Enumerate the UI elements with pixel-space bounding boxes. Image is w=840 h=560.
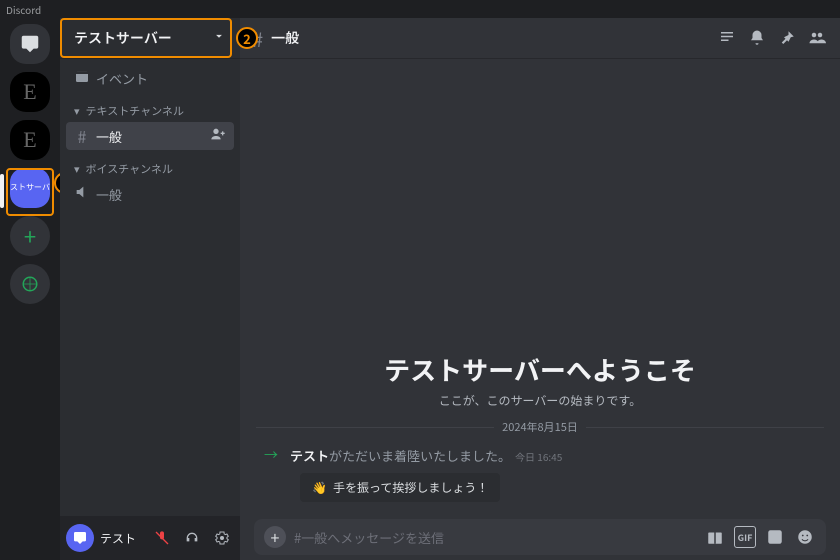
username: テスト [100, 530, 144, 547]
hash-icon: # [252, 24, 263, 53]
sticker-button[interactable] [764, 526, 786, 548]
guild-icon-selected[interactable]: ストサーバ [10, 168, 50, 208]
explore-servers-button[interactable] [10, 264, 50, 304]
calendar-icon [74, 68, 90, 88]
server-name: テストサーバー [74, 28, 172, 48]
attach-button[interactable]: + [264, 526, 286, 548]
titlebar: Discord [0, 0, 840, 18]
chat-area: # 一般 テストサーバーへようこそ ここが、こ [240, 18, 840, 560]
channel-label: 一般 [96, 185, 226, 204]
category-text-channels[interactable]: ▾ テキストチャンネル [66, 100, 234, 122]
composer-box: + GIF [254, 519, 826, 555]
channel-label: 一般 [96, 127, 204, 146]
sidebar-item-label: イベント [96, 69, 226, 88]
server-header[interactable]: テストサーバー [60, 18, 240, 58]
wave-label: 手を振って挨拶しましょう！ [333, 479, 488, 496]
wave-cta: 👋 手を振って挨拶しましょう！ [300, 473, 824, 502]
system-message-join: → テストがただいま着陸いたしました。今日 16:45 [256, 441, 824, 467]
add-server-button[interactable]: + [10, 216, 50, 256]
chevron-down-icon: ▾ [74, 103, 80, 119]
user-panel: テスト [60, 516, 240, 560]
guild-selection-pill [0, 174, 4, 208]
pinned-button[interactable] [776, 27, 798, 49]
category-label: ボイスチャンネル [86, 161, 226, 177]
system-message-text: テストがただいま着陸いたしました。今日 16:45 [290, 446, 562, 465]
notifications-button[interactable] [746, 27, 768, 49]
wave-button[interactable]: 👋 手を振って挨拶しましょう！ [300, 473, 500, 502]
speaker-icon [74, 184, 90, 204]
mute-button[interactable] [150, 526, 174, 550]
composer: + GIF [240, 514, 840, 560]
deafen-button[interactable] [180, 526, 204, 550]
text-channel-general[interactable]: # 一般 [66, 122, 234, 150]
members-button[interactable] [806, 27, 828, 49]
message-list[interactable]: テストサーバーへようこそ ここが、このサーバーの始まりです。 2024年8月15… [240, 58, 840, 514]
threads-button[interactable] [716, 27, 738, 49]
guild-icon-placeholder[interactable]: E [10, 120, 50, 160]
settings-button[interactable] [210, 526, 234, 550]
welcome-title: テストサーバーへようこそ [256, 351, 824, 388]
channel-header: # 一般 [240, 18, 840, 58]
chevron-down-icon: ▾ [74, 161, 80, 177]
category-voice-channels[interactable]: ▾ ボイスチャンネル [66, 158, 234, 180]
voice-channel-general[interactable]: 一般 [66, 180, 234, 208]
chevron-down-icon [212, 28, 226, 48]
date-label: 2024年8月15日 [502, 419, 578, 435]
dm-home-button[interactable] [10, 24, 50, 64]
guild-rail: E E ストサーバ + 1 [0, 18, 60, 560]
channel-name: 一般 [271, 28, 299, 48]
gift-button[interactable] [704, 526, 726, 548]
hash-icon: # [74, 128, 90, 144]
welcome-block: テストサーバーへようこそ ここが、このサーバーの始まりです。 [256, 351, 824, 409]
message-input[interactable] [294, 528, 696, 547]
date-divider: 2024年8月15日 [256, 419, 824, 435]
category-label: テキストチャンネル [86, 103, 226, 119]
emoji-button[interactable] [794, 526, 816, 548]
channel-sidebar: テストサーバー 2 イベント ▾ テキストチャンネル [60, 18, 240, 560]
gif-button[interactable]: GIF [734, 526, 756, 548]
wave-emoji-icon: 👋 [312, 479, 327, 496]
sidebar-item-events[interactable]: イベント [66, 64, 234, 92]
join-arrow-icon: → [264, 445, 278, 465]
welcome-subtitle: ここが、このサーバーの始まりです。 [256, 392, 824, 409]
invite-icon[interactable] [210, 126, 226, 146]
guild-icon-placeholder[interactable]: E [10, 72, 50, 112]
avatar[interactable] [66, 524, 94, 552]
